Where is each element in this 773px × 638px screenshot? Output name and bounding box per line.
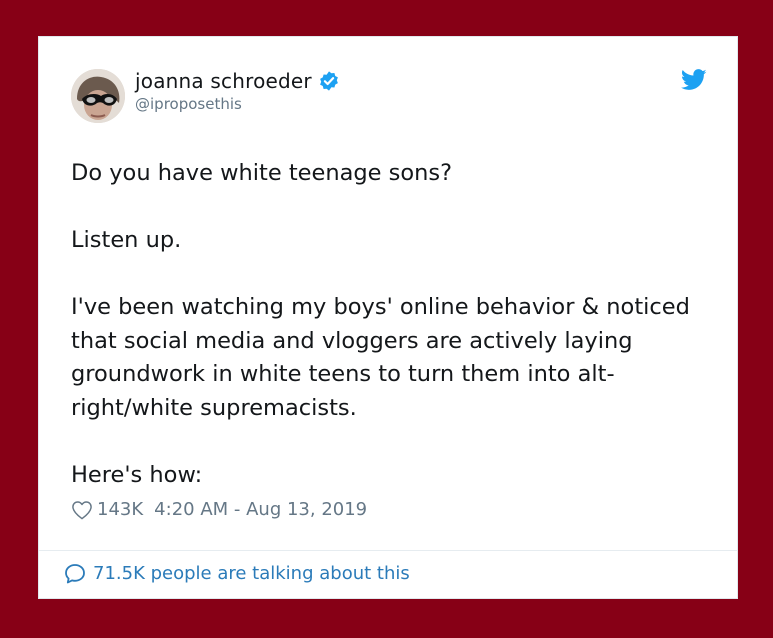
tweet-meta: 143K 4:20 AM - Aug 13, 2019 — [71, 499, 367, 521]
tweet-paragraph: Do you have white teenage sons? — [71, 160, 453, 186]
speech-bubble-icon — [63, 562, 87, 586]
tweet-paragraph: Listen up. — [71, 227, 182, 253]
avatar-photo — [71, 69, 125, 123]
twitter-bird-icon[interactable] — [680, 69, 707, 91]
author-avatar[interactable] — [71, 69, 125, 123]
tweet-card: joanna schroeder @iproposethis Do you ha… — [38, 36, 738, 599]
conversation-text: 71.5K people are talking about this — [93, 563, 410, 584]
tweet-paragraph: I've been watching my boys' online behav… — [71, 294, 690, 421]
tweet-body: Do you have white teenage sons? Listen u… — [71, 157, 711, 492]
footer-divider — [39, 550, 737, 551]
like-count: 143K — [97, 499, 144, 520]
heart-icon — [71, 500, 93, 520]
author-name[interactable]: joanna schroeder — [135, 69, 312, 93]
author-handle[interactable]: @iproposethis — [135, 95, 242, 113]
tweet-timestamp[interactable]: 4:20 AM - Aug 13, 2019 — [154, 499, 367, 521]
like-button[interactable]: 143K — [71, 499, 143, 521]
tweet-paragraph: Here's how: — [71, 461, 203, 488]
conversation-link[interactable]: 71.5K people are talking about this — [63, 561, 410, 587]
author-name-row[interactable]: joanna schroeder — [135, 69, 340, 93]
verified-badge-icon — [318, 70, 340, 92]
